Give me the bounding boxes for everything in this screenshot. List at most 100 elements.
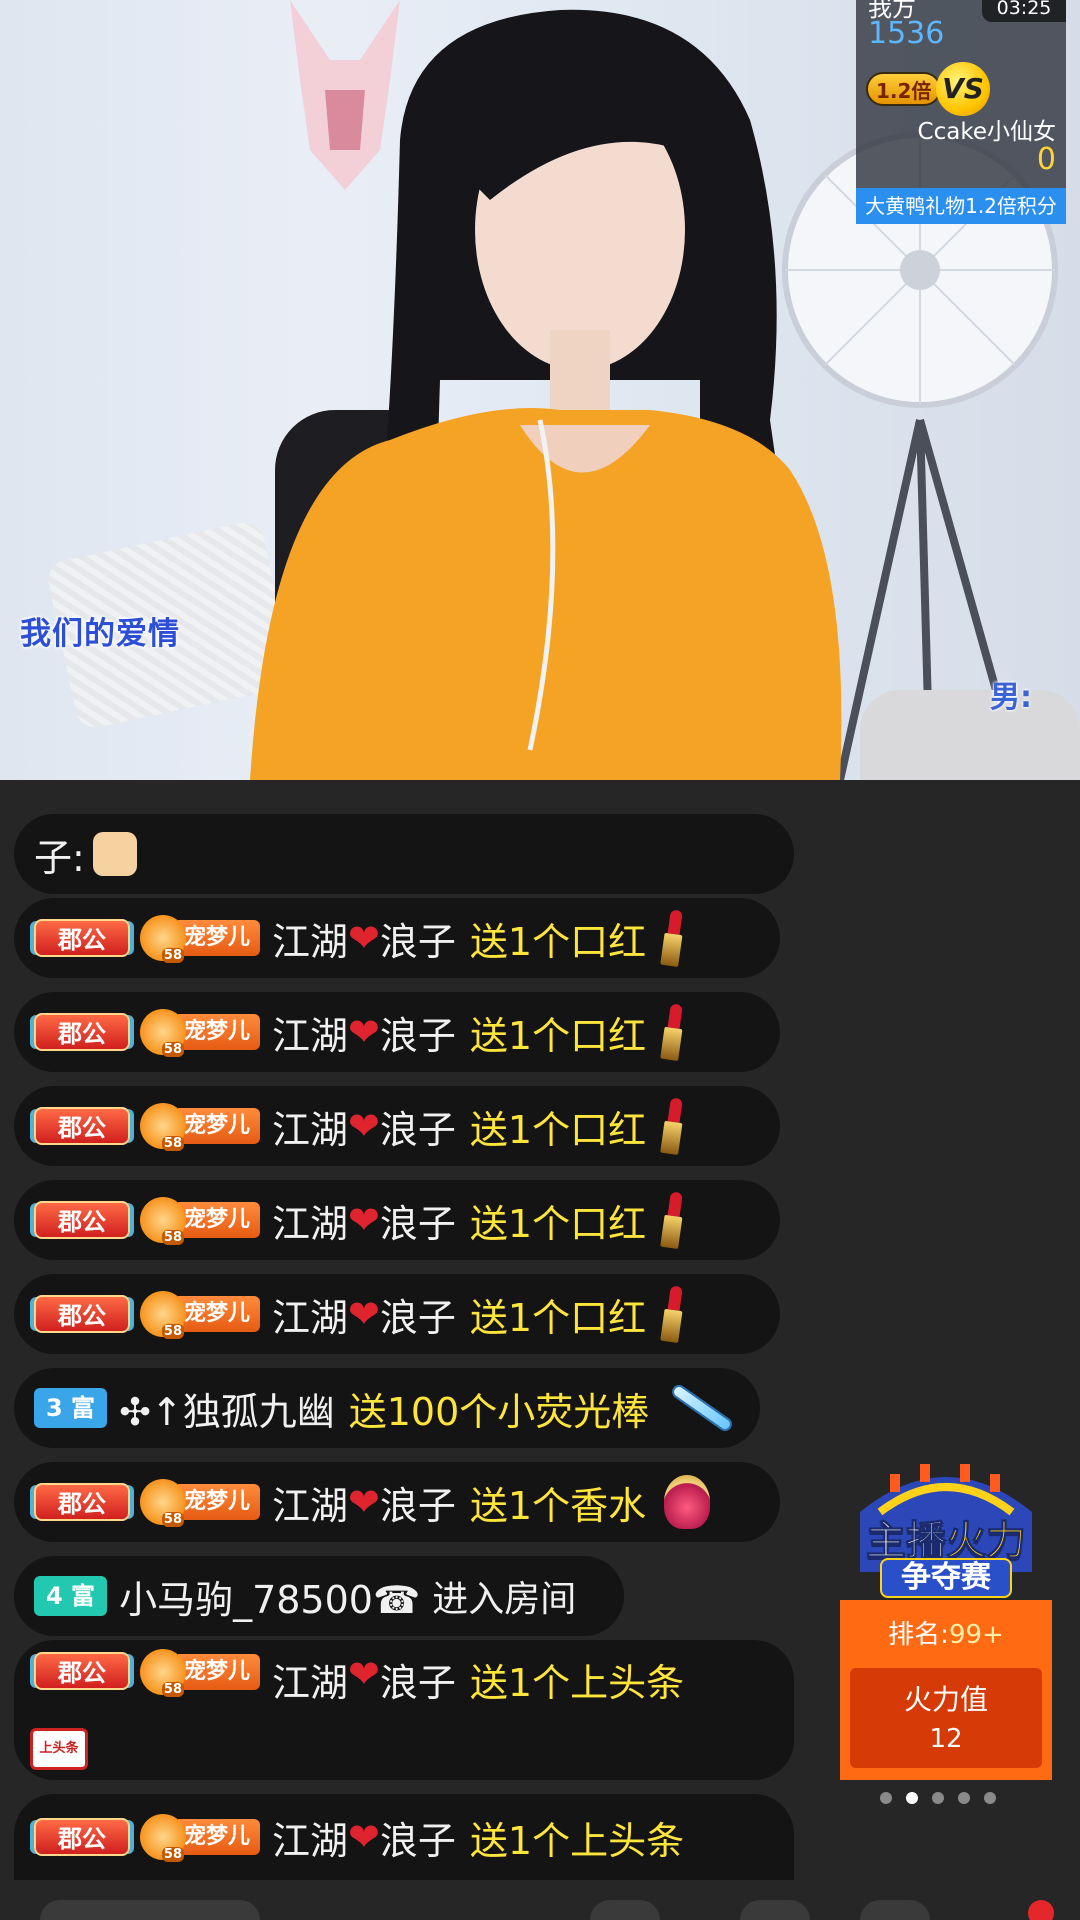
heart-badge-icon: 58	[140, 1649, 186, 1697]
gift-action: 送1个口红	[469, 1013, 647, 1058]
user-name-suffix[interactable]: 浪子	[380, 1005, 456, 1060]
noble-badge: 郡公	[34, 1483, 130, 1521]
user-name-suffix[interactable]: 浪子	[380, 911, 456, 966]
chat-input-button[interactable]	[40, 1900, 260, 1920]
pk-multiplier-badge: 1.2倍	[866, 72, 942, 106]
enter-room-text: 进入房间	[432, 1579, 577, 1620]
toolbar-icon[interactable]	[590, 1900, 660, 1920]
page-dot[interactable]	[932, 1792, 944, 1804]
red-heart-icon: ❤	[348, 1292, 380, 1336]
user-name[interactable]: 江湖	[272, 1652, 348, 1707]
user-name[interactable]: 江湖	[272, 1099, 348, 1154]
gift-action: 送1个口红	[469, 1107, 647, 1152]
gift-action: 送100个小荧光棒	[348, 1389, 650, 1434]
anchor-fire-contest-widget[interactable]: 主播火力 争夺赛 排名:99+ 火力值 12	[840, 1452, 1052, 1780]
user-name[interactable]: 江湖	[272, 1005, 348, 1060]
user-name[interactable]: 江湖	[272, 1287, 348, 1342]
red-heart-icon: ❤	[348, 1104, 380, 1148]
toolbar-icon[interactable]	[740, 1900, 810, 1920]
heart-badge-icon: 58	[140, 1479, 186, 1527]
page-dot-active[interactable]	[906, 1792, 918, 1804]
wealth-level-badge: 4 富	[34, 1576, 108, 1616]
pk-our-score: 1536	[868, 16, 945, 51]
noble-badge: 郡公	[34, 1652, 130, 1690]
gift-action: 送1个口红	[469, 919, 647, 964]
chat-message: 子:	[14, 814, 794, 894]
fan-club-badge: 58 宠梦儿	[140, 1649, 261, 1697]
fan-club-badge: 58 宠梦儿	[140, 1009, 261, 1057]
page-dot[interactable]	[958, 1792, 970, 1804]
chat-message: 郡公 58 宠梦儿 江湖 ❤ 浪子 送1个上头条 上头条	[14, 1640, 794, 1780]
notification-dot-icon	[1028, 1900, 1054, 1920]
headline-gift-icon: 上头条	[30, 1728, 88, 1770]
user-name-suffix[interactable]: 浪子	[380, 1652, 456, 1707]
pk-opponent-name[interactable]: Ccake小仙女	[918, 112, 1056, 146]
user-name[interactable]: 江湖	[272, 911, 348, 966]
fire-value: 12	[929, 1724, 963, 1754]
fist-emoji-icon	[92, 832, 137, 876]
chat-message: 4 富 小马驹_78500☎ 进入房间	[14, 1556, 624, 1636]
heart-badge-icon: 58	[140, 915, 186, 963]
live-video[interactable]: 我们的爱情 男: 03:25 我方 1536 1.2倍 VS Ccake小仙女 …	[0, 0, 1080, 780]
contest-subtitle: 争夺赛	[880, 1558, 1012, 1598]
user-name-suffix[interactable]: 浪子	[380, 1810, 456, 1865]
lipstick-gift-icon	[660, 909, 686, 967]
heart-badge-icon: 58	[140, 1197, 186, 1245]
wealth-level-badge: 3 富	[34, 1388, 108, 1428]
pk-timer: 03:25	[982, 0, 1066, 22]
heart-badge-icon: 58	[140, 1009, 186, 1057]
carousel-pagination[interactable]	[880, 1792, 996, 1804]
chat-message: 郡公 58 宠梦儿 江湖 ❤ 浪子 送1个口红	[14, 898, 780, 978]
red-heart-icon: ❤	[348, 1652, 380, 1696]
pk-opponent-score: 0	[1036, 142, 1056, 177]
gift-action: 送1个香水	[469, 1483, 647, 1528]
user-name-suffix[interactable]: 浪子	[380, 1099, 456, 1154]
fan-club-badge: 58 宠梦儿	[140, 1291, 261, 1339]
contest-stats: 排名:99+ 火力值 12	[840, 1600, 1052, 1780]
microphone	[860, 690, 1080, 780]
lipstick-gift-icon	[660, 1097, 686, 1155]
lipstick-gift-icon	[660, 1285, 686, 1343]
gift-action: 送1个上头条	[469, 1661, 685, 1705]
chat-feed[interactable]: 子: 郡公 58 宠梦儿 江湖 ❤ 浪子 送1个口红 郡公 58 宠梦儿 江湖 ❤ 浪子 送…	[0, 790, 810, 1880]
red-heart-icon: ❤	[348, 1815, 380, 1859]
noble-badge: 郡公	[34, 1295, 130, 1333]
page-dot[interactable]	[880, 1792, 892, 1804]
noble-badge: 郡公	[34, 1201, 130, 1239]
noble-badge: 郡公	[34, 1107, 130, 1145]
pk-score-panel[interactable]: 03:25 我方 1536 1.2倍 VS Ccake小仙女 0 大黄鸭礼物1.…	[856, 0, 1066, 224]
red-heart-icon: ❤	[348, 1198, 380, 1242]
fan-club-badge: 58 宠梦儿	[140, 1197, 261, 1245]
fan-club-badge: 58 宠梦儿	[140, 1814, 261, 1862]
fan-club-badge: 58 宠梦儿	[140, 1479, 261, 1527]
chat-message: 郡公 58 宠梦儿 江湖 ❤ 浪子 送1个口红	[14, 1180, 780, 1260]
pk-bonus-banner: 大黄鸭礼物1.2倍积分	[856, 188, 1066, 224]
user-name[interactable]: 小马驹_78500☎	[119, 1569, 420, 1624]
gift-action: 送1个口红	[469, 1201, 647, 1246]
user-name[interactable]: 江湖	[272, 1193, 348, 1248]
red-heart-icon: ❤	[348, 1480, 380, 1524]
page-dot[interactable]	[984, 1792, 996, 1804]
bottom-toolbar	[0, 1886, 1080, 1920]
noble-badge: 郡公	[34, 1818, 130, 1856]
chat-message: 郡公 58 宠梦儿 江湖 ❤ 浪子 送1个香水	[14, 1462, 780, 1542]
lipstick-gift-icon	[660, 1003, 686, 1061]
chat-message: 3 富 ✣↑独孤九幽 送100个小荧光棒	[14, 1368, 760, 1448]
chat-message: 郡公 58 宠梦儿 江湖 ❤ 浪子 送1个口红	[14, 992, 780, 1072]
user-name-suffix[interactable]: 浪子	[380, 1287, 456, 1342]
glowstick-gift-icon	[669, 1382, 735, 1434]
user-name[interactable]: ✣↑独孤九幽	[119, 1381, 335, 1436]
user-name-suffix[interactable]: 浪子	[380, 1475, 456, 1530]
video-male-label: 男:	[990, 680, 1032, 715]
user-name-suffix[interactable]: 浪子	[380, 1193, 456, 1248]
fan-club-badge: 58 宠梦儿	[140, 1103, 261, 1151]
toolbar-icon[interactable]	[860, 1900, 930, 1920]
red-heart-icon: ❤	[348, 916, 380, 960]
fan-club-badge: 58 宠梦儿	[140, 915, 261, 963]
chat-partial-text: 子:	[34, 835, 85, 880]
user-name[interactable]: 江湖	[272, 1475, 348, 1530]
chat-message: 郡公 58 宠梦儿 江湖 ❤ 浪子 送1个上头条	[14, 1794, 794, 1880]
fire-value-label: 火力值	[903, 1683, 988, 1716]
user-name[interactable]: 江湖	[272, 1810, 348, 1865]
chat-message: 郡公 58 宠梦儿 江湖 ❤ 浪子 送1个口红	[14, 1086, 780, 1166]
